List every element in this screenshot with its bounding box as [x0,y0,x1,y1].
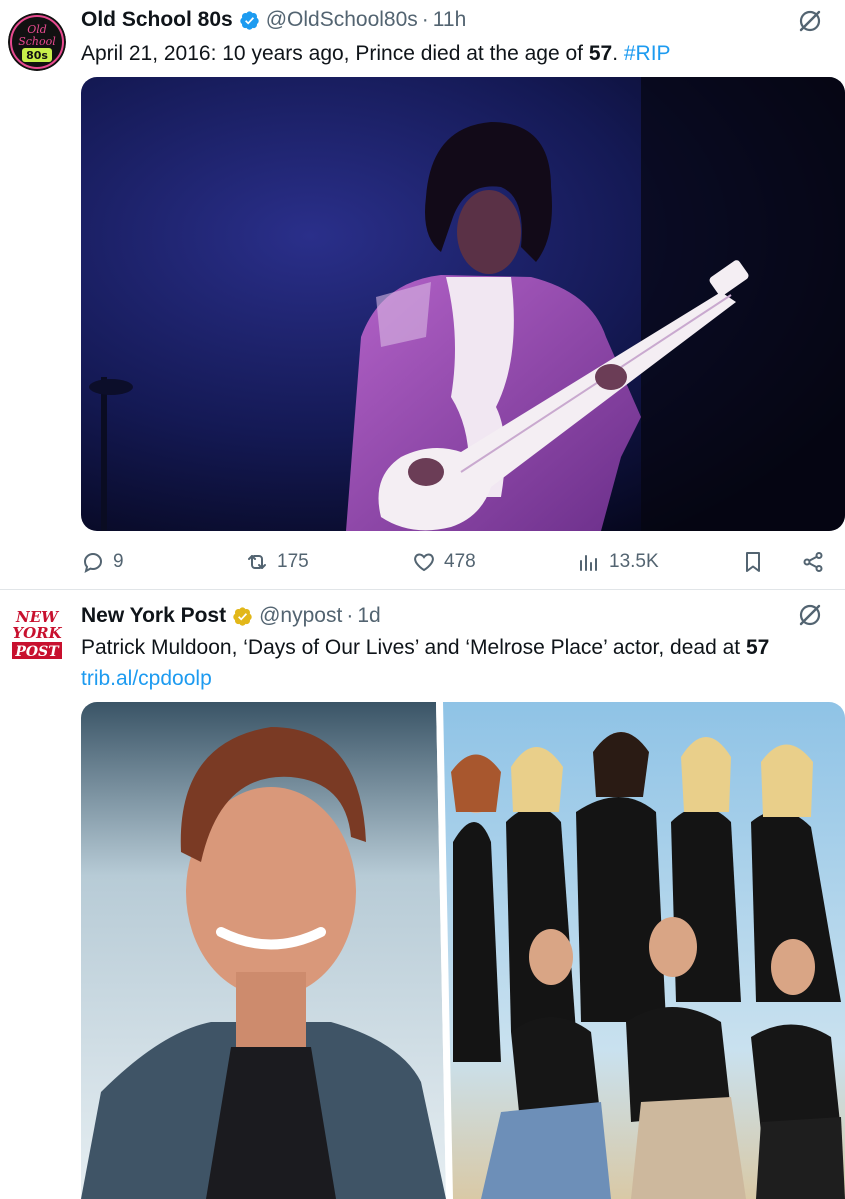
separator-dot: · [421,8,429,31]
text-segment: . [612,42,624,65]
share-icon [803,552,823,572]
author-handle[interactable]: @OldSchool80s [266,8,418,32]
bookmark-button[interactable] [741,546,773,578]
views-count: 13.5K [609,551,659,572]
author-name[interactable]: New York Post [81,604,226,628]
author-name[interactable]: Old School 80s [81,8,233,32]
svg-text:80s: 80s [26,49,48,62]
tweet-time[interactable]: 11h [433,8,466,32]
text-number: 57 [745,636,770,659]
views-icon [580,555,597,571]
avatar-old-school-80s[interactable]: Old School 80s [8,13,66,71]
avatar-new-york-post[interactable]: NEW YORK POST [8,603,66,661]
tweet-text: Patrick Muldoon, ‘Days of Our Lives’ and… [81,632,831,694]
hashtag-rip[interactable]: #RIP [624,42,671,65]
tweet-photo-prince[interactable] [81,77,845,531]
tweet-photo-collage[interactable] [81,702,845,1199]
reply-icon [83,552,103,573]
avatar-logo-text: YORK [12,624,62,642]
bookmark-icon [746,552,760,572]
text-number: 57 [588,42,613,65]
tweet-old-school-80s[interactable]: Old School 80s Old School 80s @OldSchool… [0,0,845,590]
like-icon [414,553,434,572]
verified-badge-icon[interactable] [232,606,253,627]
like-button[interactable]: 478 [412,546,476,578]
share-button[interactable] [801,546,833,578]
reply-count: 9 [113,551,124,572]
author-handle[interactable]: @nypost [259,604,342,628]
tweet-new-york-post[interactable]: NEW YORK POST New York Post @nypost · 1d… [0,590,845,1199]
like-count: 478 [444,551,476,572]
views-button[interactable]: 13.5K [577,546,659,578]
svg-text:School: School [18,35,56,48]
text-segment: Patrick Muldoon, ‘Days of Our Lives’ and… [81,636,746,659]
tweet-link[interactable]: trib.al/cpdoolp [81,667,212,690]
avatar-logo-text: POST [14,644,60,660]
repost-count: 175 [277,551,309,572]
tweet-text: April 21, 2016: 10 years ago, Prince die… [81,38,831,69]
tweet-actions: 9 175 478 13.5K [81,546,845,578]
repost-button[interactable]: 175 [245,546,309,578]
reply-button[interactable]: 9 [81,546,124,578]
repost-icon [248,555,266,569]
grok-icon[interactable] [797,8,823,34]
tweet-time[interactable]: 1d [357,604,380,628]
tweet-header: New York Post @nypost · 1d [81,600,381,632]
verified-badge-icon[interactable] [239,10,260,31]
tweet-header: Old School 80s @OldSchool80s · 11h [81,4,466,36]
grok-icon[interactable] [797,602,823,628]
text-segment: April 21, 2016: 10 years ago, Prince die… [81,42,589,65]
separator-dot: · [346,604,354,627]
